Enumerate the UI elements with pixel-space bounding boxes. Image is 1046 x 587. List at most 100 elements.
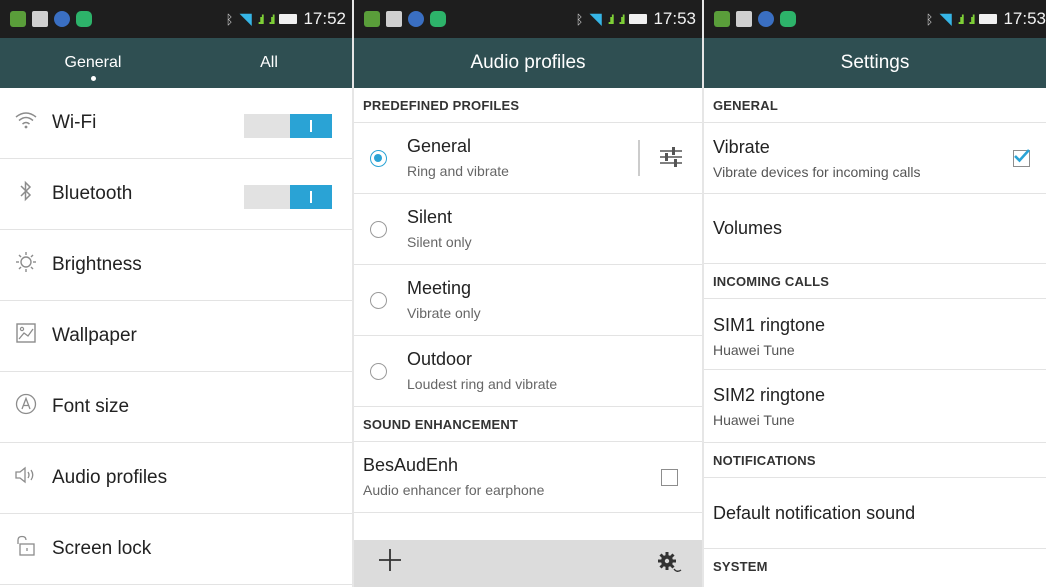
sim1-ringtone-title: SIM1 ringtone <box>713 315 826 335</box>
tab-all[interactable]: All <box>186 38 352 88</box>
settings-item-screen-lock[interactable]: Screen lock <box>0 514 352 585</box>
battery-icon <box>979 14 998 24</box>
volumes-item[interactable]: Volumes <box>704 194 1046 264</box>
profile-title: Silent <box>407 207 453 227</box>
profile-subtitle: Ring and vibrate <box>407 163 509 179</box>
app-notification-icon <box>430 11 446 27</box>
profile-radio[interactable] <box>370 221 387 238</box>
profile-title: Outdoor <box>407 349 473 369</box>
section-header-system: SYSTEM <box>713 558 768 574</box>
page-title: Audio profiles <box>470 52 586 73</box>
profile-subtitle: Silent only <box>407 234 472 250</box>
mail-icon <box>736 11 752 27</box>
wifi-status-icon: ◥ <box>239 11 252 28</box>
profile-radio[interactable] <box>370 363 387 380</box>
bluetooth-icon <box>14 180 38 208</box>
app-notification-icon <box>54 11 70 27</box>
sound-enhancer-item[interactable]: BesAudEnh Audio enhancer for earphone <box>354 442 702 513</box>
status-bar: ᛒ ◥ .ıl .ıl 17:53 <box>354 0 702 38</box>
bluetooth-status-icon: ᛒ <box>225 11 234 27</box>
settings-item-label: Bluetooth <box>52 183 133 204</box>
mail-icon <box>32 11 48 27</box>
settings-item-bluetooth[interactable]: Bluetooth <box>0 159 352 230</box>
battery-icon <box>629 14 648 24</box>
profile-title: General <box>407 136 472 156</box>
bottom-action-bar <box>354 540 702 587</box>
profile-radio-selected[interactable] <box>370 150 387 167</box>
profile-general[interactable]: General Ring and vibrate <box>354 123 702 194</box>
clock: 17:53 <box>653 9 696 28</box>
wifi-icon <box>14 111 38 135</box>
settings-item-audio-profiles[interactable]: Audio profiles <box>0 443 352 514</box>
profile-subtitle: Vibrate only <box>407 305 481 321</box>
signal-icon: .ıl <box>957 11 965 27</box>
bluetooth-status-icon: ᛒ <box>925 11 934 27</box>
app-notification-icon <box>364 11 380 27</box>
app-notification-icon <box>758 11 774 27</box>
signal-icon: .ıl <box>968 11 976 27</box>
battery-icon <box>279 14 298 24</box>
profile-silent[interactable]: Silent Silent only <box>354 194 702 265</box>
enhancer-checkbox[interactable] <box>661 469 678 486</box>
active-tab-indicator <box>91 76 96 81</box>
default-notification-label: Default notification sound <box>713 503 916 523</box>
equalizer-settings-icon[interactable] <box>658 145 684 174</box>
sim2-ringtone-title: SIM2 ringtone <box>713 385 826 405</box>
settings-item-font-size[interactable]: Font size <box>0 372 352 443</box>
wifi-toggle[interactable] <box>244 114 332 138</box>
sim2-ringtone-item[interactable]: SIM2 ringtone Huawei Tune <box>704 370 1046 443</box>
bluetooth-toggle[interactable] <box>244 185 332 209</box>
enhancer-title: BesAudEnh <box>363 455 459 475</box>
add-profile-button[interactable] <box>376 546 404 579</box>
settings-item-label: Audio profiles <box>52 467 168 488</box>
font-size-icon <box>14 393 38 421</box>
profile-radio[interactable] <box>370 292 387 309</box>
toggle-knob <box>290 114 332 138</box>
profile-meeting[interactable]: Meeting Vibrate only <box>354 265 702 336</box>
settings-item-label: Font size <box>52 396 130 417</box>
settings-item-label: Wi-Fi <box>52 112 97 133</box>
vibrate-checkbox[interactable] <box>1013 149 1030 167</box>
profile-outdoor[interactable]: Outdoor Loudest ring and vibrate <box>354 336 702 407</box>
reset-settings-icon[interactable] <box>656 550 684 581</box>
general-settings-panel: ᛒ ◥ .ıl .ıl 17:52 General All Wi-Fi Blue… <box>0 0 352 587</box>
mail-icon <box>386 11 402 27</box>
settings-item-label: Wallpaper <box>52 325 137 346</box>
app-header: Settings <box>704 38 1046 88</box>
settings-item-label: Screen lock <box>52 538 152 559</box>
audio-profiles-panel: ᛒ ◥ .ıl .ıl 17:53 Audio profiles PREDEFI… <box>354 0 702 587</box>
vibrate-subtitle: Vibrate devices for incoming calls <box>713 164 921 180</box>
default-notification-sound-item[interactable]: Default notification sound <box>704 478 1046 549</box>
profile-title: Meeting <box>407 278 472 298</box>
tab-general[interactable]: General <box>0 38 186 88</box>
wifi-status-icon: ◥ <box>939 11 952 28</box>
section-header-predefined-profiles: PREDEFINED PROFILES <box>354 88 702 123</box>
tab-label: General <box>64 54 122 71</box>
settings-item-brightness[interactable]: Brightness <box>0 230 352 301</box>
settings-item-wallpaper[interactable]: Wallpaper <box>0 301 352 372</box>
app-notification-icon <box>408 11 424 27</box>
sim1-ringtone-item[interactable]: SIM1 ringtone Huawei Tune <box>704 299 1046 370</box>
section-header-general: GENERAL <box>704 88 1046 123</box>
settings-item-label: Brightness <box>52 254 142 275</box>
app-notification-icon <box>76 11 92 27</box>
lock-icon <box>14 535 38 563</box>
vibrate-item[interactable]: Vibrate Vibrate devices for incoming cal… <box>704 123 1046 194</box>
tab-label: All <box>260 54 278 71</box>
section-header-notifications: NOTIFICATIONS <box>704 443 1046 478</box>
settings-item-wifi[interactable]: Wi-Fi <box>0 88 352 159</box>
speaker-icon <box>14 464 38 492</box>
clock: 17:53 <box>1003 9 1046 28</box>
section-header-sound-enhancement: SOUND ENHANCEMENT <box>354 407 702 442</box>
enhancer-subtitle: Audio enhancer for earphone <box>363 482 545 498</box>
app-notification-icon <box>10 11 26 27</box>
wifi-status-icon: ◥ <box>589 11 602 28</box>
divider <box>638 140 640 176</box>
wallpaper-icon <box>14 322 38 350</box>
signal-icon: .ıl <box>607 11 615 27</box>
status-bar: ᛒ ◥ .ıl .ıl 17:53 <box>704 0 1046 38</box>
signal-icon: .ıl <box>257 11 265 27</box>
bluetooth-status-icon: ᛒ <box>575 11 584 27</box>
status-bar: ᛒ ◥ .ıl .ıl 17:52 <box>0 0 352 38</box>
tab-bar: General All <box>0 38 352 88</box>
